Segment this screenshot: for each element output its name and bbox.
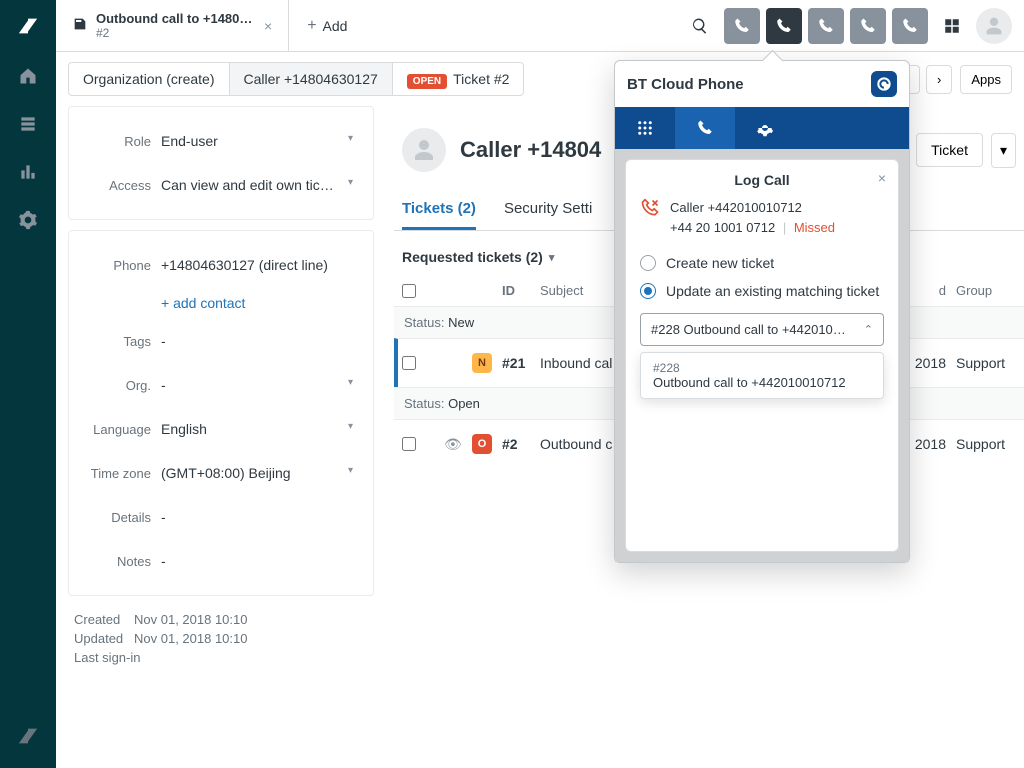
context-group: Organization (create) Caller +1480463012… xyxy=(68,62,524,96)
option-update-ticket[interactable]: Update an existing matching ticket xyxy=(640,277,884,305)
call-caller: Caller +442010010712 xyxy=(670,198,835,218)
phone-value: +14804630127 (direct line) xyxy=(161,251,359,279)
cti-tabs xyxy=(615,107,909,149)
nav-home[interactable] xyxy=(0,52,56,100)
chevron-up-icon: ⌃ xyxy=(864,323,873,336)
phone-btn-4[interactable] xyxy=(850,8,886,44)
context-org[interactable]: Organization (create) xyxy=(69,63,230,95)
add-contact-link[interactable]: + add contact xyxy=(161,295,245,311)
phone-btn-3[interactable] xyxy=(808,8,844,44)
cti-body: Log Call × Caller +442010010712 +44 20 1… xyxy=(615,149,909,562)
close-icon[interactable]: × xyxy=(264,18,272,34)
cti-title-bar: BT Cloud Phone xyxy=(615,61,909,107)
cti-tab-calls[interactable] xyxy=(675,107,735,149)
nav-zendesk-icon[interactable] xyxy=(0,712,56,760)
tab-subtitle: #2 xyxy=(96,26,256,40)
status-badge: O xyxy=(472,434,492,454)
tab-security[interactable]: Security Setti xyxy=(504,190,592,230)
chevron-down-icon: ▾ xyxy=(549,251,555,264)
nav-reporting[interactable] xyxy=(0,148,56,196)
tab-add-label: Add xyxy=(323,18,348,34)
ticket-select[interactable]: #228 Outbound call to +442010… ⌃ xyxy=(640,313,884,346)
open-badge: OPEN xyxy=(407,74,447,89)
tags-field[interactable]: - xyxy=(161,327,359,355)
next-button[interactable]: › xyxy=(926,65,952,94)
eye-icon: 👁 xyxy=(444,436,472,453)
user-card-1: RoleEnd-user AccessCan view and edit own… xyxy=(68,106,374,220)
radio-icon xyxy=(640,255,656,271)
tab-tickets[interactable]: Tickets (2) xyxy=(402,190,476,230)
tab-title: Outbound call to +14804… xyxy=(96,11,256,27)
toolbar xyxy=(682,0,1024,51)
cti-tab-settings[interactable] xyxy=(735,107,795,149)
brand-icon xyxy=(871,71,897,97)
timezone-select[interactable]: (GMT+08:00) Beijing xyxy=(161,459,359,487)
language-select[interactable]: English xyxy=(161,415,359,443)
row-checkbox[interactable] xyxy=(402,356,416,370)
call-number: +44 20 1001 0712 xyxy=(670,220,775,235)
row-checkbox[interactable] xyxy=(402,437,416,451)
profile-name: Caller +14804 xyxy=(460,137,601,163)
tab-add[interactable]: + Add xyxy=(289,0,365,51)
context-caller[interactable]: Caller +14804630127 xyxy=(230,63,393,95)
option-create-ticket[interactable]: Create new ticket xyxy=(640,249,884,277)
meta-block: CreatedNov 01, 2018 10:10 UpdatedNov 01,… xyxy=(68,606,374,667)
user-avatar[interactable] xyxy=(976,8,1012,44)
phone-btn-active[interactable] xyxy=(766,8,802,44)
call-status: Missed xyxy=(794,220,835,235)
phone-btn-5[interactable] xyxy=(892,8,928,44)
details-panel: RoleEnd-user AccessCan view and edit own… xyxy=(56,106,386,768)
avatar xyxy=(402,128,446,172)
log-call-title: Log Call xyxy=(640,172,884,188)
apps-grid-icon[interactable] xyxy=(934,8,970,44)
user-card-2: Phone+14804630127 (direct line) + add co… xyxy=(68,230,374,596)
status-badge: N xyxy=(472,353,492,373)
nav-views[interactable] xyxy=(0,100,56,148)
cti-title: BT Cloud Phone xyxy=(627,76,744,93)
cti-panel: BT Cloud Phone Log Call × Caller +442010… xyxy=(614,60,910,563)
ticket-menu-button[interactable]: ▾ xyxy=(991,133,1016,168)
nav-admin[interactable] xyxy=(0,196,56,244)
radio-icon xyxy=(640,283,656,299)
cti-tab-dialpad[interactable] xyxy=(615,107,675,149)
tabs-bar: Outbound call to +14804… #2 × + Add xyxy=(56,0,1024,52)
context-ticket[interactable]: OPENTicket #2 xyxy=(393,63,524,95)
search-button[interactable] xyxy=(682,8,718,44)
org-select[interactable]: - xyxy=(161,371,359,399)
ticket-icon xyxy=(72,16,88,35)
phone-btn-1[interactable] xyxy=(724,8,760,44)
ticket-select-option[interactable]: #228 Outbound call to +442010010712 xyxy=(640,352,884,399)
notes-field[interactable]: - xyxy=(161,547,359,575)
select-all-checkbox[interactable] xyxy=(402,284,416,298)
details-field[interactable]: - xyxy=(161,503,359,531)
close-icon[interactable]: × xyxy=(878,170,886,186)
nav-rail xyxy=(0,0,56,768)
role-select[interactable]: End-user xyxy=(161,127,359,155)
product-logo xyxy=(0,0,56,52)
missed-call-icon xyxy=(640,198,660,221)
apps-button[interactable]: Apps xyxy=(960,65,1012,94)
new-ticket-button[interactable]: Ticket xyxy=(916,133,983,167)
log-call-card: Log Call × Caller +442010010712 +44 20 1… xyxy=(625,159,899,552)
tab-ticket[interactable]: Outbound call to +14804… #2 × xyxy=(56,0,289,51)
access-select[interactable]: Can view and edit own tic… xyxy=(161,171,359,199)
plus-icon: + xyxy=(307,17,316,35)
